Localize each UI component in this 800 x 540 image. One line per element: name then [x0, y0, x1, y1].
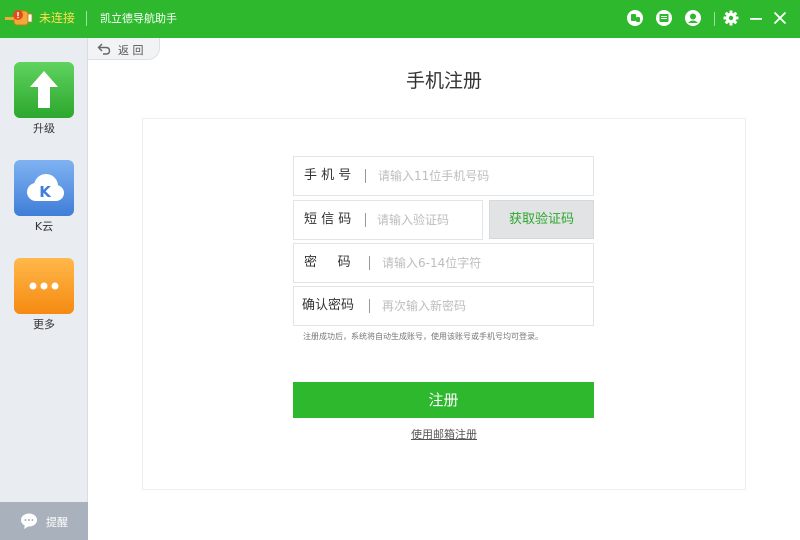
- more-dots-icon: [29, 282, 59, 290]
- confirm-password-input[interactable]: [382, 288, 588, 324]
- sidebar: 升级 K K云 更多 提醒: [0, 38, 88, 540]
- page-title: 手机注册: [405, 70, 482, 92]
- sidebar-item-label: 更多: [33, 318, 55, 331]
- back-button[interactable]: 返 回: [88, 38, 160, 60]
- confirm-password-field: 确认密码: [293, 286, 594, 326]
- device-icon[interactable]: [626, 9, 644, 27]
- sidebar-item-label: 升级: [33, 122, 55, 135]
- phone-field: 手 机 号: [293, 156, 594, 196]
- password-label: 密 码: [304, 255, 351, 270]
- kcloud-tile: K: [14, 160, 74, 216]
- get-code-button[interactable]: 获取验证码: [489, 200, 594, 239]
- field-divider: [365, 169, 366, 183]
- sms-code-input[interactable]: [377, 202, 477, 238]
- phone-label: 手 机 号: [304, 168, 352, 183]
- device-status-icon: [5, 10, 33, 26]
- field-divider: [365, 213, 366, 227]
- password-input[interactable]: [382, 245, 588, 281]
- sidebar-item-label: K云: [34, 220, 54, 233]
- field-divider: [369, 256, 370, 270]
- sidebar-item-more[interactable]: 更多: [13, 258, 75, 332]
- title-divider: [86, 11, 87, 26]
- sidebar-item-kcloud[interactable]: K K云: [13, 160, 75, 234]
- confirm-label: 确认密码: [302, 298, 355, 313]
- connection-status: 未连接: [39, 11, 76, 25]
- reminder-button[interactable]: 提醒: [0, 502, 88, 540]
- chat-bubble-icon: [21, 513, 37, 529]
- svg-text:K: K: [39, 183, 52, 201]
- password-field: 密 码: [293, 243, 594, 283]
- minimize-icon[interactable]: [747, 9, 765, 27]
- reminder-label: 提醒: [46, 516, 68, 529]
- user-icon[interactable]: [684, 9, 702, 27]
- app-title: 凯立德导航助手: [100, 12, 177, 25]
- k-cloud-icon: K: [27, 174, 64, 201]
- message-icon[interactable]: [655, 9, 673, 27]
- field-divider: [369, 299, 370, 313]
- close-icon[interactable]: [771, 9, 789, 27]
- settings-icon[interactable]: [722, 9, 740, 27]
- email-register-link[interactable]: 使用邮箱注册: [0, 428, 800, 442]
- toolbar-divider: [714, 12, 715, 26]
- sms-field: 短 信 码: [293, 200, 483, 240]
- phone-input[interactable]: [378, 158, 588, 194]
- register-button[interactable]: 注册: [293, 382, 594, 418]
- back-arrow-icon: [97, 43, 111, 55]
- sms-label: 短 信 码: [304, 212, 352, 227]
- back-label: 返 回: [118, 44, 144, 57]
- register-hint: 注册成功后，系统将自动生成账号，使用该账号或手机号均可登录。: [303, 332, 543, 341]
- title-bar: 未连接 凯立德导航助手: [0, 0, 800, 38]
- more-tile: [14, 258, 74, 314]
